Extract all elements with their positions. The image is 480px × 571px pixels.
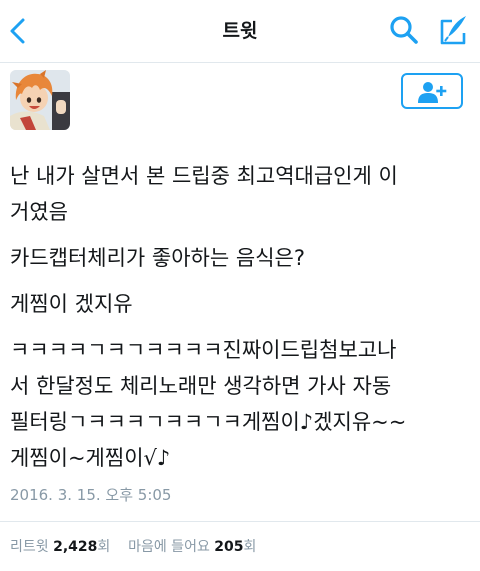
tweet-line: 난 내가 살면서 본 드립중 최고역대급인게 이 xyxy=(10,164,398,188)
header-divider xyxy=(0,62,480,63)
tweet-text: 난 내가 살면서 본 드립중 최고역대급인게 이 거였음 카드캡터체리가 좋아하… xyxy=(10,158,472,476)
search-icon[interactable] xyxy=(388,14,420,46)
avatar[interactable] xyxy=(10,70,70,130)
like-stat[interactable]: 마음에 들어요 205회 xyxy=(128,539,256,555)
compose-icon[interactable] xyxy=(436,14,470,48)
retweet-unit: 회 xyxy=(97,539,111,555)
tweet-line: 게찜이 겠지유 xyxy=(10,292,133,316)
tweet-line: ㅋㅋㅋㅋㄱㅋㄱㅋㅋㅋㅋ진짜이드립첨보고나 xyxy=(10,338,397,362)
stats-divider xyxy=(0,521,480,522)
tweet-line: 서 한달정도 체리노래만 생각하면 가사 자동 xyxy=(10,374,392,398)
retweet-label: 리트윗 xyxy=(10,539,49,555)
tweet-timestamp: 2016. 3. 15. 오후 5:05 xyxy=(10,486,172,504)
retweet-count: 2,428 xyxy=(53,539,98,555)
like-label: 마음에 들어요 xyxy=(128,539,210,555)
like-unit: 회 xyxy=(243,539,257,555)
follow-button[interactable] xyxy=(401,73,463,109)
tweet-stats: 리트윗 2,428회 마음에 들어요 205회 xyxy=(10,536,256,556)
navbar: 트윗 xyxy=(0,0,480,62)
tweet-line: 거였음 xyxy=(10,200,68,224)
tweet-line: 카드캡터체리가 좋아하는 음식은? xyxy=(10,246,305,270)
tweet-line: 필터링ㄱㅋㅋㅋㄱㅋㅋㄱㅋ게찜이♪겠지유~~ xyxy=(10,410,407,434)
like-count: 205 xyxy=(214,539,244,555)
add-user-icon xyxy=(418,82,447,103)
tweet-line: 게찜이~게찜이√♪ xyxy=(10,446,171,470)
retweet-stat[interactable]: 리트윗 2,428회 xyxy=(10,539,110,555)
